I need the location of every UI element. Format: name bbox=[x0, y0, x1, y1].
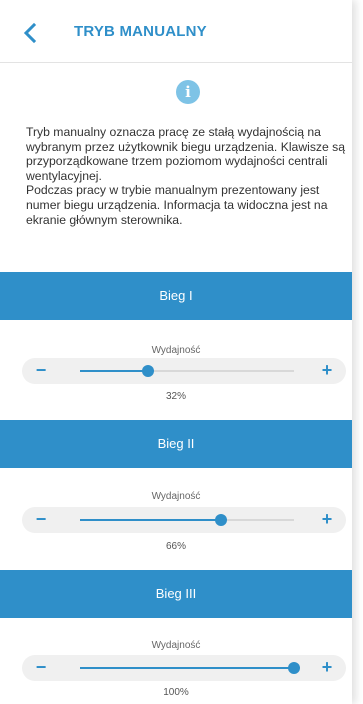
gear-3-header: Bieg III bbox=[0, 570, 352, 618]
gear-3-fill bbox=[80, 667, 294, 669]
app-header: TRYB MANUALNY bbox=[0, 0, 352, 63]
gear-1-label: Wydajność bbox=[151, 345, 201, 356]
gear-1-fill bbox=[80, 370, 149, 372]
gear-2-value: 66% bbox=[165, 541, 186, 552]
gear-3-slider[interactable]: − + bbox=[22, 655, 346, 681]
gear-2-decrease-button[interactable]: − bbox=[28, 507, 54, 533]
gear-3-thumb[interactable] bbox=[288, 662, 300, 674]
gear-1-track[interactable] bbox=[80, 365, 294, 377]
gear-2-track[interactable] bbox=[80, 514, 294, 526]
gear-1-decrease-button[interactable]: − bbox=[28, 358, 54, 384]
page-title: TRYB MANUALNY bbox=[74, 23, 207, 40]
gear-2-thumb[interactable] bbox=[215, 514, 228, 526]
description-text: Tryb manualny oznacza pracę ze stałą wyd… bbox=[26, 125, 346, 227]
gear-1-value: 32% bbox=[165, 391, 186, 402]
gear-1-thumb[interactable] bbox=[142, 365, 155, 377]
gear-1-header: Bieg I bbox=[0, 272, 352, 320]
gear-2-fill bbox=[80, 519, 222, 521]
description-paragraph-1: Tryb manualny oznacza pracę ze stałą wyd… bbox=[26, 125, 346, 183]
gear-3-increase-button[interactable]: + bbox=[314, 655, 340, 681]
gear-1-slider[interactable]: − + bbox=[22, 358, 346, 384]
gear-3-value: 100% bbox=[163, 687, 189, 698]
gear-2-header: Bieg II bbox=[0, 420, 352, 468]
gear-3-decrease-button[interactable]: − bbox=[28, 655, 54, 681]
info-icon: i bbox=[176, 80, 200, 104]
gear-2-increase-button[interactable]: + bbox=[314, 507, 340, 533]
gear-2-slider[interactable]: − + bbox=[22, 507, 346, 533]
gear-3-track[interactable] bbox=[80, 662, 300, 674]
description-paragraph-2: Podczas pracy w trybie manualnym prezent… bbox=[26, 183, 328, 227]
gear-2-label: Wydajność bbox=[151, 491, 201, 502]
gear-1-increase-button[interactable]: + bbox=[314, 358, 340, 384]
gear-3-label: Wydajność bbox=[151, 640, 201, 651]
screen: TRYB MANUALNY i Tryb manualny oznacza pr… bbox=[0, 0, 352, 704]
chevron-left-icon[interactable] bbox=[20, 22, 42, 44]
